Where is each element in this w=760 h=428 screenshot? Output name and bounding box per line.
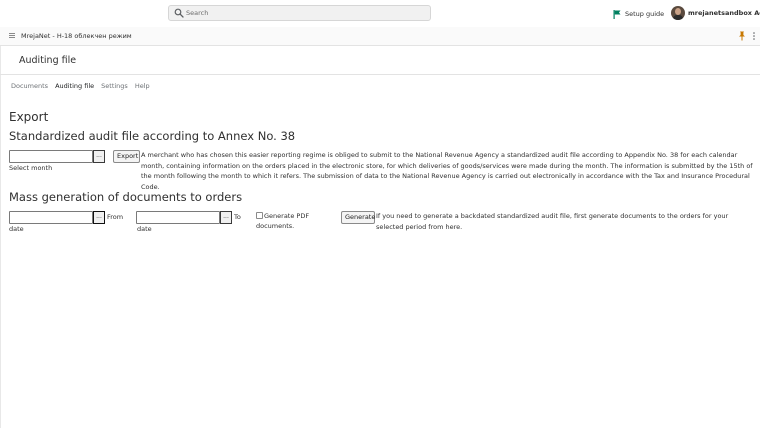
setup-guide-link[interactable]: Setup guide (613, 8, 664, 20)
select-month-label: Select month (9, 164, 53, 172)
search-icon (174, 8, 184, 18)
generate-pdf-label-cont: documents. (256, 222, 295, 230)
export-button[interactable]: Export (113, 150, 140, 163)
from-date-input[interactable] (9, 211, 93, 224)
to-date-picker-button[interactable]: ... (220, 211, 232, 224)
tab-help[interactable]: Help (135, 82, 150, 90)
generate-pdf-checkbox[interactable] (256, 212, 263, 219)
more-options-icon[interactable] (751, 32, 757, 40)
export-description: A merchant who has chosen this easier re… (141, 151, 753, 192)
page-left-border (0, 45, 1, 428)
setup-guide-label: Setup guide (625, 10, 665, 18)
top-bar: Setup guide mrejanetsandbox Admin (0, 0, 760, 28)
tab-auditing-file[interactable]: Auditing file (55, 82, 94, 90)
mass-generation-heading: Mass generation of documents to orders (9, 190, 243, 204)
tab-documents[interactable]: Documents (11, 82, 48, 90)
app-breadcrumb-bar: MrejaNet - Н-18 облекчен режим (0, 27, 760, 46)
app-menu-icon[interactable] (9, 33, 15, 38)
avatar[interactable] (671, 6, 685, 20)
search-input[interactable] (186, 7, 421, 19)
from-label: From (107, 213, 124, 221)
tab-settings[interactable]: Settings (101, 82, 128, 90)
from-date-label: date (9, 225, 24, 233)
tab-bar: Documents Auditing file Settings Help (11, 82, 150, 90)
generate-pdf-label: Generate PDF (264, 212, 310, 220)
export-heading: Export (9, 110, 49, 124)
to-label: To (234, 213, 241, 221)
to-date-input[interactable] (136, 211, 220, 224)
page-title: Auditing file (19, 55, 77, 66)
generate-button[interactable]: Generate (341, 211, 375, 224)
month-picker-button[interactable]: ... (93, 150, 105, 163)
pin-icon[interactable] (738, 31, 746, 41)
from-date-picker-button[interactable]: ... (93, 211, 105, 224)
user-name[interactable]: mrejanetsandbox Admin (688, 9, 760, 17)
mass-generation-description: If you need to generate a backdated stan… (376, 212, 729, 231)
breadcrumb: MrejaNet - Н-18 облекчен режим (21, 32, 132, 40)
page-header: Auditing file (0, 45, 760, 75)
audit-file-heading: Standardized audit file according to Ann… (9, 129, 296, 143)
to-date-label: date (137, 225, 152, 233)
flag-icon (613, 9, 621, 19)
month-input[interactable] (9, 150, 93, 163)
search-box[interactable] (168, 5, 431, 21)
